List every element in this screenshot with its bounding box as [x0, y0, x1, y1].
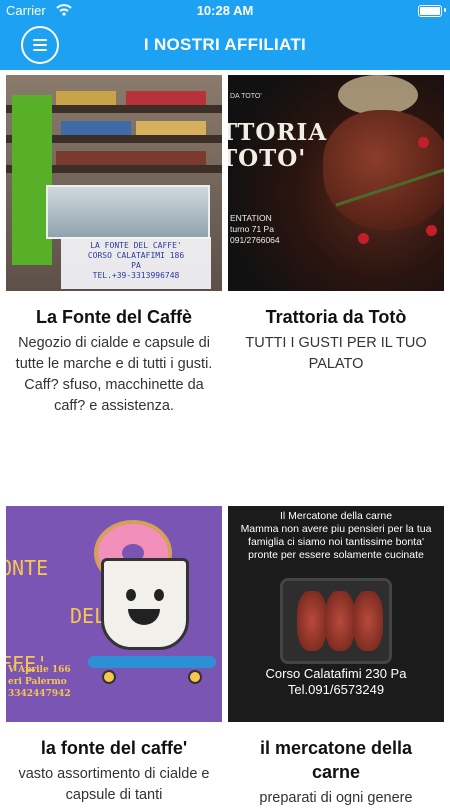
affiliate-card-mercatone[interactable]: Il Mercatone della carne Mamma non avere… [228, 506, 444, 809]
mercatone-photo: Il Mercatone della carne Mamma non avere… [228, 506, 444, 722]
shop-sign: LA FONTE DEL CAFFE' CORSO CALATAFIMI 186… [61, 237, 211, 289]
affiliate-card-fonte-caffe[interactable]: LA FONTE DEL CAFFE' CORSO CALATAFIMI 186… [6, 75, 222, 417]
affiliate-name: La Fonte del Caffè [35, 307, 192, 327]
trattoria-photo: DA TOTO' TTORIA TOTO' ENTATION turno 71 … [228, 75, 444, 291]
coffee-cup-icon [101, 558, 189, 650]
display-stand [12, 95, 52, 265]
grill-pan [280, 578, 392, 664]
affiliate-card-fonte-caffe-2[interactable]: ONTE DEL FFE' V Aprile 166 eri Palermo 3… [6, 506, 222, 806]
page-title: I NOSTRI AFFILIATI [143, 35, 307, 54]
affiliate-description: TUTTI I GUSTI PER IL TUO PALATO [245, 335, 427, 372]
nav-bar: I NOSTRI AFFILIATI [0, 22, 450, 70]
affiliate-description: preparati di ogni genere [259, 790, 413, 806]
affiliate-description: Negozio di cialde e capsule di tutte le … [15, 335, 213, 414]
battery-icon [418, 5, 442, 17]
clock: 10:28 AM [196, 3, 254, 18]
shop-photo: LA FONTE DEL CAFFE' CORSO CALATAFIMI 186… [6, 75, 222, 291]
status-bar: Carrier 10:28 AM [0, 0, 450, 22]
glass-counter [46, 185, 210, 239]
cartoon-cup-image: ONTE DEL FFE' V Aprile 166 eri Palermo 3… [6, 506, 222, 722]
affiliate-name: Trattoria da Totò [265, 307, 407, 327]
affiliate-card-trattoria[interactable]: DA TOTO' TTORIA TOTO' ENTATION turno 71 … [228, 75, 444, 375]
affiliate-name: il mercatone della carne [259, 738, 413, 782]
battery-tip [444, 8, 446, 12]
affiliate-name: la fonte del caffe' [40, 738, 188, 758]
